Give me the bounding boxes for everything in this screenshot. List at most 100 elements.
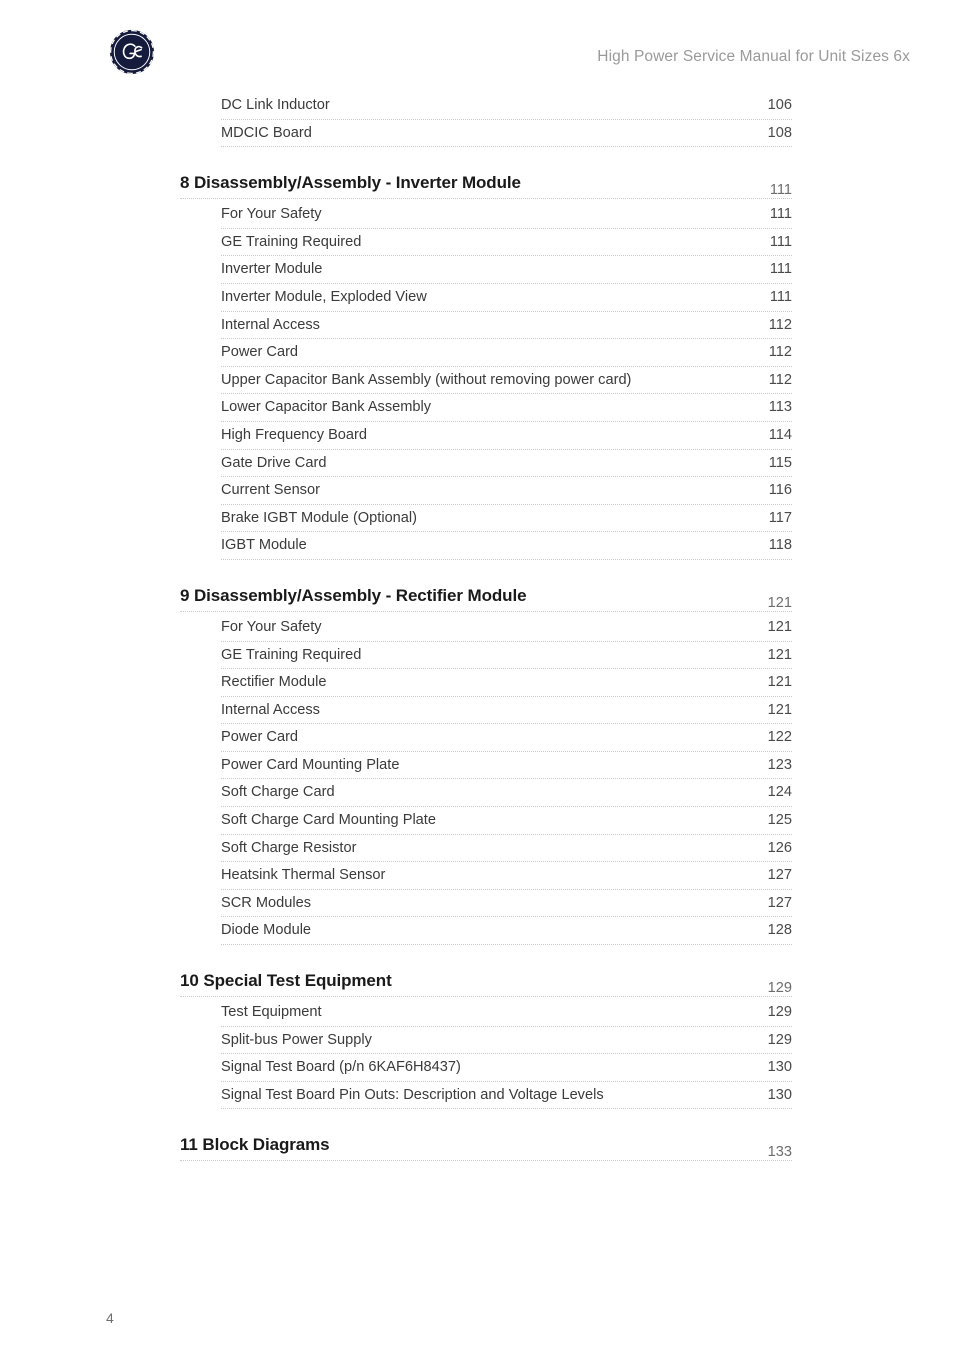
toc-entry-row[interactable]: Heatsink Thermal Sensor 127 [180,862,792,890]
toc-page-number: 121 [767,646,792,663]
toc-entry-label: Power Card [221,729,299,746]
toc-page-number: 115 [768,454,792,471]
toc-page-number: 124 [767,784,792,801]
toc-entry-row[interactable]: Rectifier Module 121 [180,669,792,697]
ge-monogram-logo [108,28,156,76]
toc-section-label: 9 Disassembly/Assembly - Rectifier Modul… [180,585,527,605]
toc-entry-row[interactable]: Inverter Module, Exploded View 111 [180,284,792,312]
toc-entry-label: Gate Drive Card [221,454,327,471]
toc-entry-label: High Frequency Board [221,426,368,443]
toc-entry-row[interactable]: Soft Charge Card Mounting Plate 125 [180,807,792,835]
toc-entry-row[interactable]: Power Card Mounting Plate 123 [180,752,792,780]
toc-entry-label: MDCIC Board [221,124,312,141]
toc-entry-row[interactable]: Brake IGBT Module (Optional) 117 [180,505,792,533]
toc-entry-row[interactable]: Soft Charge Card 124 [180,779,792,808]
toc-section-row[interactable]: 9 Disassembly/Assembly - Rectifier Modul… [180,574,792,612]
toc-entry-row[interactable]: For Your Safety 111 [180,201,792,229]
toc-entry-row[interactable]: DC Link Inductor 106 [180,92,792,120]
toc-page-number: 126 [767,839,792,856]
toc-entry-row[interactable]: Gate Drive Card 115 [180,450,792,478]
toc-entry-label: GE Training Required [221,233,362,250]
toc-page-number: 129 [767,1004,792,1021]
table-of-contents: DC Link Inductor 106 MDCIC Board 108 8 Disas… [0,92,954,1162]
page-footer: 4 [0,1280,954,1350]
toc-page-number: 129 [767,1031,792,1048]
toc-entry-row[interactable]: Lower Capacitor Bank Assembly 113 [180,394,792,422]
toc-entry-label: Diode Module [221,922,312,939]
toc-page-number: 128 [767,922,792,939]
toc-leader-line [180,198,792,200]
toc-leader-line [180,996,792,998]
toc-entry-row[interactable]: Internal Access 112 [180,312,792,340]
toc-page-number: 122 [767,729,792,746]
toc-page-number: 130 [767,1059,792,1076]
toc-section-label: 8 Disassembly/Assembly - Inverter Module [180,173,521,193]
toc-entry-label: Internal Access [221,316,320,333]
toc-section-row[interactable]: 8 Disassembly/Assembly - Inverter Module… [180,161,792,200]
toc-entry-row[interactable]: Test Equipment 129 [180,999,792,1027]
toc-entry-label: For Your Safety [221,206,322,223]
toc-entry-row[interactable]: MDCIC Board 108 [180,120,792,148]
toc-section-row[interactable]: 11 Block Diagrams 133 [180,1123,792,1162]
toc-page-number: 129 [767,980,792,997]
toc-entry-row[interactable]: GE Training Required 111 [180,229,792,257]
toc-entry-label: Inverter Module, Exploded View [221,288,427,305]
toc-entry-row[interactable]: Internal Access 121 [180,697,792,725]
toc-entry-row[interactable]: Upper Capacitor Bank Assembly (without r… [180,367,792,395]
toc-entry-label: SCR Modules [221,894,312,911]
toc-leader-line [180,610,792,612]
toc-entry-row[interactable]: Signal Test Board (p/n 6KAF6H8437) 130 [180,1054,792,1082]
toc-entry-label: For Your Safety [221,618,322,635]
toc-page-number: 111 [769,233,792,250]
toc-entry-label: Soft Charge Card [221,784,335,801]
toc-entry-label: Signal Test Board Pin Outs: Description … [221,1086,604,1103]
toc-section-row[interactable]: 10 Special Test Equipment 129 [180,959,792,998]
toc-entry-label: DC Link Inductor [221,97,330,113]
toc-page-number: 130 [767,1086,792,1103]
toc-entry-row[interactable]: Soft Charge Resistor 126 [180,835,792,863]
toc-entry-label: Soft Charge Card Mounting Plate [221,812,436,829]
toc-entry-row[interactable]: Current Sensor 116 [180,477,792,505]
toc-entry-row[interactable]: Split-bus Power Supply 129 [180,1027,792,1055]
toc-leader-line [221,146,792,148]
toc-page-number: 116 [768,482,792,499]
toc-page-number: 111 [769,261,792,278]
toc-entry-label: Test Equipment [221,1004,322,1021]
page-header: High Power Service Manual for Unit Sizes… [0,0,954,92]
toc-entry-row[interactable]: Diode Module 128 [180,917,792,946]
toc-page-number: 112 [768,344,792,361]
toc-entry-row[interactable]: Power Card 112 [180,339,792,367]
toc-entry-label: GE Training Required [221,646,362,663]
toc-leader-line [180,1160,792,1162]
toc-entry-row[interactable]: GE Training Required 121 [180,642,792,670]
toc-entry-row[interactable]: Power Card 122 [180,724,792,752]
toc-page-number: 127 [767,894,792,911]
toc-entry-label: Heatsink Thermal Sensor [221,867,386,884]
toc-entry-label: Power Card Mounting Plate [221,756,400,773]
toc-entry-label: Rectifier Module [221,674,327,691]
toc-entry-label: Lower Capacitor Bank Assembly [221,399,432,416]
toc-entry-label: Current Sensor [221,482,320,499]
toc-leader-line [221,944,792,946]
toc-page-number: 121 [767,618,792,635]
toc-entry-row[interactable]: SCR Modules 127 [180,890,792,918]
toc-page-number: 125 [767,812,792,829]
toc-leader-line [221,558,792,560]
toc-entry-row[interactable]: IGBT Module 118 [180,532,792,560]
toc-section-label: 11 Block Diagrams [180,1135,330,1155]
toc-page-number: 112 [768,316,792,333]
toc-entry-row[interactable]: Inverter Module 111 [180,256,792,284]
toc-page-number: 106 [767,97,792,113]
toc-entry-row[interactable]: High Frequency Board 114 [180,422,792,450]
toc-page-number: 121 [767,701,792,718]
toc-page-number: 117 [768,509,792,526]
toc-entry-label: Signal Test Board (p/n 6KAF6H8437) [221,1059,461,1076]
toc-entry-label: Split-bus Power Supply [221,1031,372,1048]
toc-entry-row[interactable]: For Your Safety 121 [180,614,792,642]
toc-entry-label: Brake IGBT Module (Optional) [221,509,418,526]
toc-entry-label: Upper Capacitor Bank Assembly (without r… [221,371,632,388]
toc-entry-row[interactable]: Signal Test Board Pin Outs: Description … [180,1082,792,1110]
toc-page-number: 112 [768,371,792,388]
toc-page-number: 118 [768,537,792,554]
toc-entry-label: Soft Charge Resistor [221,839,357,856]
